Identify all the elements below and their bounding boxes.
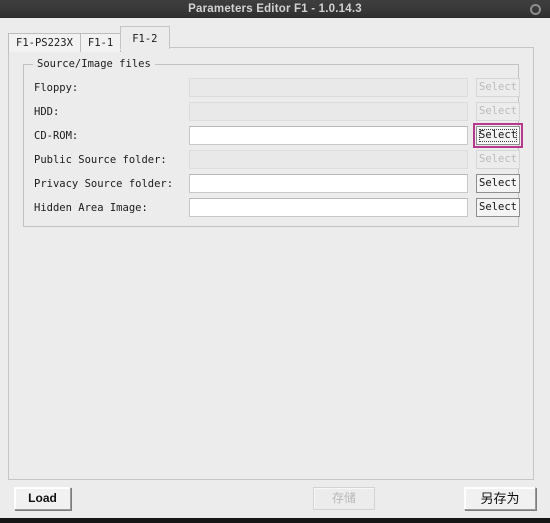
label-cdrom: CD-ROM: [34,130,79,142]
row-cdrom: CD-ROM: Select [24,123,523,148]
select-button-public-source-folder: Select [476,150,520,169]
row-floppy: Floppy: Select [24,77,520,99]
tab-f1-1[interactable]: F1-1 [79,33,122,52]
source-image-files-group: Source/Image files Floppy: Select HDD: S… [23,58,523,227]
bottom-button-bar: Load 存储 另存为 [0,484,550,517]
input-hdd [189,102,468,121]
tab-strip: F1-PS223X F1-1 F1-2 [8,26,170,52]
parameters-editor-window: Parameters Editor F1 - 1.0.14.3 F1-PS223… [0,0,550,523]
row-hidden-area-image: Hidden Area Image: Select [24,197,520,219]
tab-f1-2[interactable]: F1-2 [120,26,170,49]
save-button: 存储 [313,487,375,510]
group-title: Source/Image files [33,58,155,70]
window-title: Parameters Editor F1 - 1.0.14.3 [188,3,362,15]
input-hidden-area-image[interactable] [189,198,468,217]
save-as-button[interactable]: 另存为 [464,487,536,510]
tab-f1-ps223x[interactable]: F1-PS223X [8,33,81,52]
input-privacy-source-folder[interactable] [189,174,468,193]
window-bottom-edge [0,518,550,523]
tab-panel-f1-2: Source/Image files Floppy: Select HDD: S… [8,47,534,480]
label-hdd: HDD: [34,106,60,118]
label-floppy: Floppy: [34,82,79,94]
select-button-hidden-area-image[interactable]: Select [476,198,520,217]
row-hdd: HDD: Select [24,101,520,123]
input-floppy [189,78,468,97]
label-public-source-folder: Public Source folder: [34,154,167,166]
label-privacy-source-folder: Privacy Source folder: [34,178,174,190]
row-public-source-folder: Public Source folder: Select [24,149,520,171]
row-privacy-source-folder: Privacy Source folder: Select [24,173,520,195]
select-button-privacy-source-folder[interactable]: Select [476,174,520,193]
select-button-cdrom[interactable]: Select [473,123,523,148]
input-public-source-folder [189,150,468,169]
select-button-cdrom-label: Select [479,129,517,141]
select-button-hdd: Select [476,102,520,121]
title-bar: Parameters Editor F1 - 1.0.14.3 [0,0,550,18]
label-hidden-area-image: Hidden Area Image: [34,202,148,214]
load-button[interactable]: Load [14,487,71,510]
select-button-floppy: Select [476,78,520,97]
circle-icon[interactable] [530,4,541,15]
input-cdrom[interactable] [189,126,468,145]
